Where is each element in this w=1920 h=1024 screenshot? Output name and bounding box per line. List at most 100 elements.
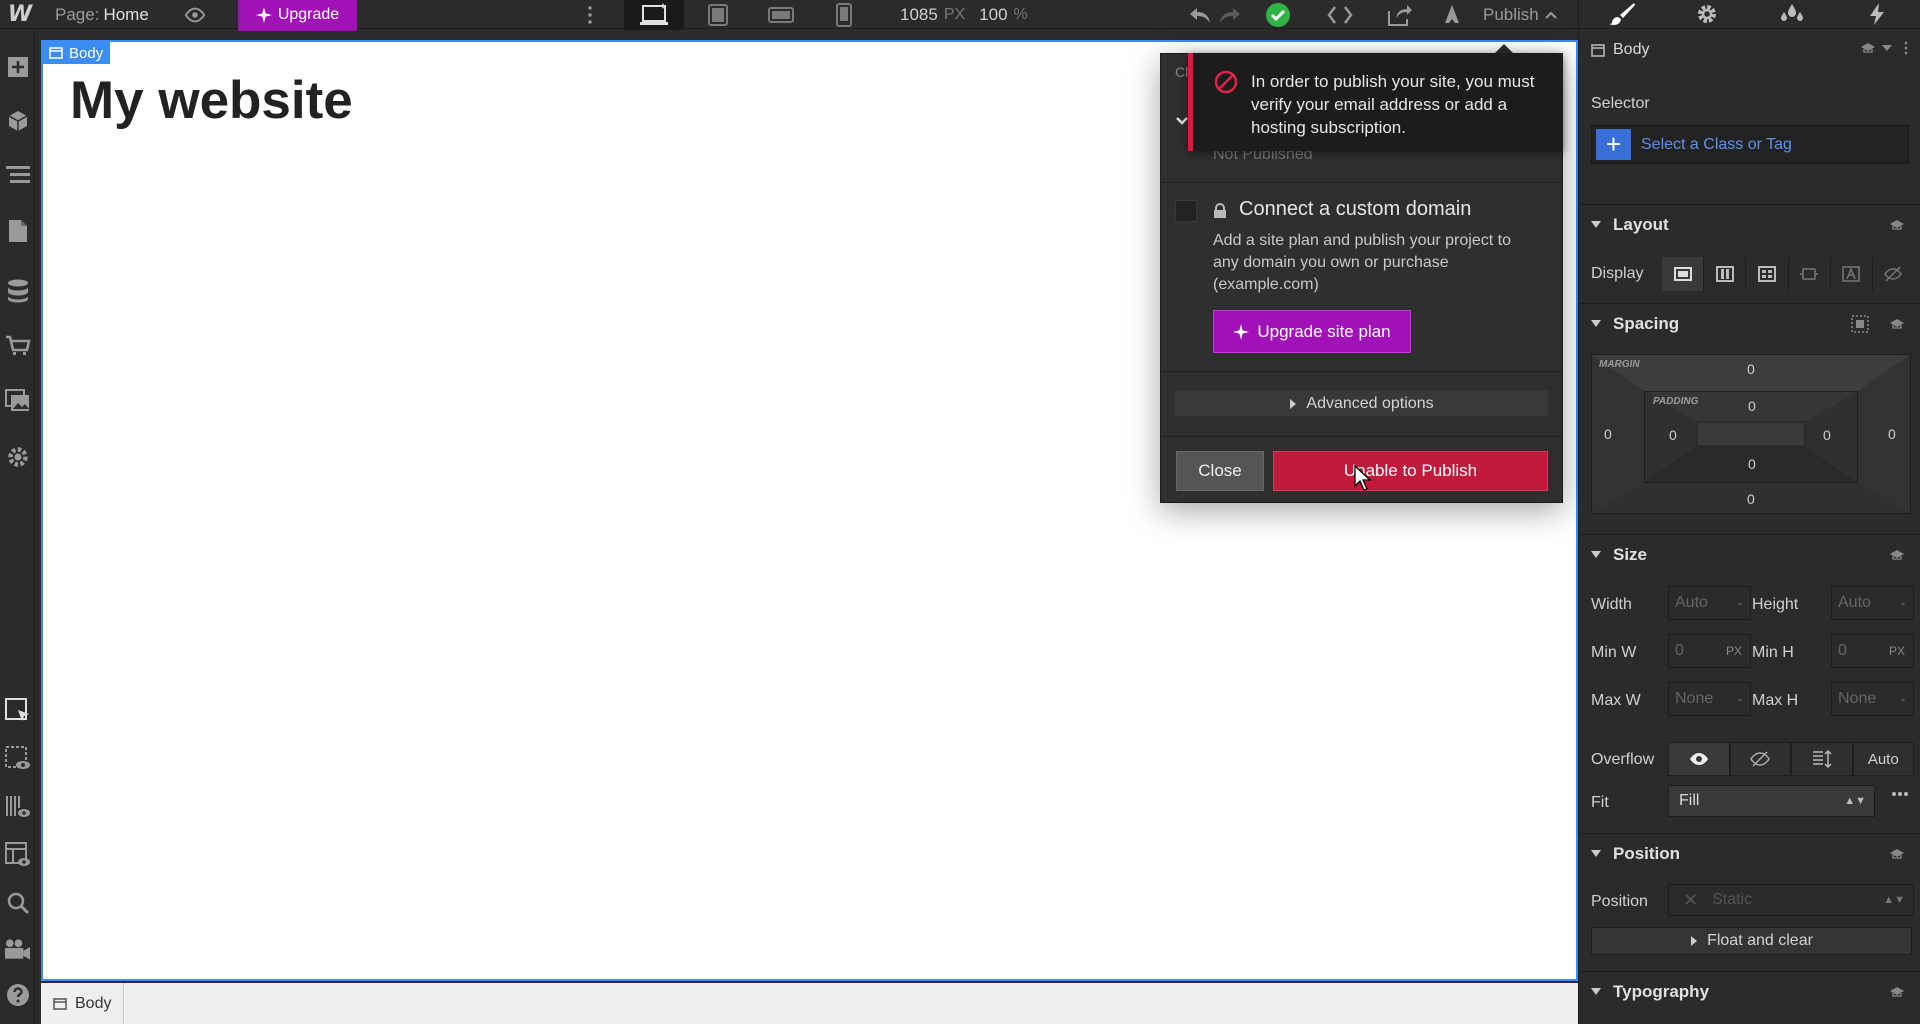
overflow-auto-button[interactable]: Auto	[1852, 742, 1914, 776]
video-tutorials-icon[interactable]	[4, 935, 31, 962]
style-inherit-icon[interactable]	[1889, 318, 1905, 330]
breakpoint-tablet-icon[interactable]	[688, 0, 748, 30]
rocket-icon	[1440, 0, 1464, 29]
unable-to-publish-button[interactable]: Unable to Publish	[1273, 451, 1548, 491]
padding-bottom[interactable]: 0	[1748, 456, 1756, 472]
settings-gear-icon[interactable]	[4, 443, 31, 470]
more-horizontal-icon[interactable]	[1891, 791, 1909, 797]
display-inline-block-icon[interactable]	[1789, 257, 1831, 291]
display-flex-icon[interactable]	[1704, 257, 1747, 291]
min-width-label: Min W	[1591, 644, 1637, 661]
chevron-down-icon[interactable]	[1882, 45, 1892, 51]
layout-section-header[interactable]: Layout	[1579, 204, 1920, 244]
assets-images-icon[interactable]	[4, 387, 31, 414]
position-select[interactable]: ✕ Static ▲▼	[1668, 884, 1914, 916]
preview-eye-icon[interactable]	[182, 0, 208, 29]
breakpoint-mobile-landscape-icon[interactable]	[751, 0, 811, 30]
selector-input[interactable]: + Select a Class or Tag	[1591, 125, 1909, 164]
layout-preview-icon[interactable]	[4, 841, 31, 868]
padding-top[interactable]: 0	[1748, 398, 1756, 414]
display-inline-icon[interactable]	[1831, 257, 1873, 291]
padding-right[interactable]: 0	[1823, 427, 1831, 443]
style-inherit-icon[interactable]	[1889, 848, 1905, 860]
fit-select[interactable]: Fill ▲▼	[1668, 785, 1875, 817]
width-input[interactable]: Auto -	[1668, 586, 1751, 620]
undo-icon[interactable]	[1188, 0, 1212, 29]
typography-section-header[interactable]: Typography	[1579, 971, 1920, 1011]
pages-icon[interactable]	[4, 217, 31, 244]
caret-right-icon	[1290, 398, 1297, 409]
search-icon[interactable]	[4, 889, 31, 916]
add-selector-icon[interactable]: +	[1596, 129, 1631, 160]
spacing-section-header[interactable]: Spacing	[1579, 303, 1920, 343]
publish-button[interactable]: Publish	[1483, 0, 1557, 29]
display-none-icon[interactable]	[1873, 257, 1914, 291]
style-inherit-icon[interactable]	[1889, 549, 1905, 561]
overflow-hidden-icon[interactable]	[1729, 742, 1791, 776]
tab-interactions[interactable]	[1835, 0, 1920, 28]
position-section-header[interactable]: Position	[1579, 833, 1920, 873]
tab-settings[interactable]	[1664, 0, 1749, 28]
more-vertical-icon[interactable]	[1904, 41, 1908, 55]
add-panel-icon[interactable]	[4, 53, 31, 80]
max-width-label: Max W	[1591, 692, 1641, 709]
redo-icon[interactable]	[1218, 0, 1242, 29]
position-label: Position	[1591, 893, 1648, 910]
margin-bottom[interactable]: 0	[1747, 491, 1755, 507]
share-icon[interactable]	[1386, 0, 1412, 29]
audit-check-icon[interactable]	[1265, 0, 1291, 29]
caret-down-icon	[1591, 551, 1601, 558]
components-cube-icon[interactable]	[4, 107, 31, 134]
caret-down-icon	[1591, 850, 1601, 857]
min-height-input[interactable]: 0 PX	[1831, 634, 1914, 668]
spacing-preset-icon[interactable]	[1851, 314, 1869, 333]
margin-top[interactable]: 0	[1747, 361, 1755, 377]
page-selector[interactable]: Page: Home	[55, 0, 149, 29]
max-height-input[interactable]: None -	[1831, 682, 1914, 716]
margin-right[interactable]: 0	[1888, 426, 1896, 442]
page-heading[interactable]: My website	[70, 70, 353, 131]
advanced-options-toggle[interactable]: Advanced options	[1174, 390, 1549, 417]
select-element-icon[interactable]	[4, 697, 31, 724]
caret-right-icon	[1691, 936, 1698, 946]
breakpoint-desktop-icon[interactable]	[624, 0, 684, 30]
mouse-cursor-icon	[1354, 465, 1372, 491]
upgrade-button[interactable]: Upgrade	[238, 0, 357, 31]
size-section-header[interactable]: Size	[1579, 534, 1920, 574]
page-name: Home	[103, 4, 149, 24]
ecommerce-cart-icon[interactable]	[4, 333, 31, 360]
xray-icon[interactable]	[4, 793, 31, 820]
upgrade-site-plan-button[interactable]: Upgrade site plan	[1213, 310, 1411, 353]
tab-style[interactable]	[1579, 0, 1664, 28]
breadcrumb-item-body[interactable]: Body	[41, 983, 125, 1024]
advanced-options-label: Advanced options	[1306, 394, 1434, 412]
close-button[interactable]: Close	[1176, 451, 1264, 491]
selected-element-tag[interactable]: Body	[43, 42, 111, 64]
help-icon[interactable]	[4, 981, 31, 1008]
webflow-logo[interactable]: W	[6, 0, 34, 29]
margin-left[interactable]: 0	[1604, 426, 1612, 442]
padding-left[interactable]: 0	[1669, 427, 1677, 443]
style-inherit-icon[interactable]	[1889, 219, 1905, 231]
more-vertical-icon[interactable]	[583, 0, 597, 29]
selected-element-header: Body	[1591, 41, 1649, 59]
min-width-input[interactable]: 0 PX	[1668, 634, 1751, 668]
display-grid-icon[interactable]	[1746, 257, 1789, 291]
height-input[interactable]: Auto -	[1831, 586, 1914, 620]
code-export-icon[interactable]	[1326, 0, 1354, 29]
cms-database-icon[interactable]	[4, 277, 31, 304]
width-value: Auto	[1675, 594, 1708, 611]
navigator-layers-icon[interactable]	[4, 161, 31, 188]
style-inherit-icon[interactable]	[1889, 986, 1905, 998]
display-block-icon[interactable]	[1662, 257, 1705, 291]
breakpoint-mobile-portrait-icon[interactable]	[814, 0, 874, 30]
overflow-visible-icon[interactable]	[1668, 742, 1730, 776]
float-and-clear-toggle[interactable]: Float and clear	[1591, 927, 1912, 955]
tab-style-manager[interactable]	[1750, 0, 1835, 28]
overflow-scroll-icon[interactable]	[1791, 742, 1853, 776]
max-width-unit: -	[1738, 692, 1742, 706]
max-width-input[interactable]: None -	[1668, 682, 1751, 716]
custom-domain-checkbox[interactable]	[1175, 200, 1197, 222]
preview-element-icon[interactable]	[4, 745, 31, 772]
style-inherit-icon[interactable]	[1860, 42, 1876, 54]
